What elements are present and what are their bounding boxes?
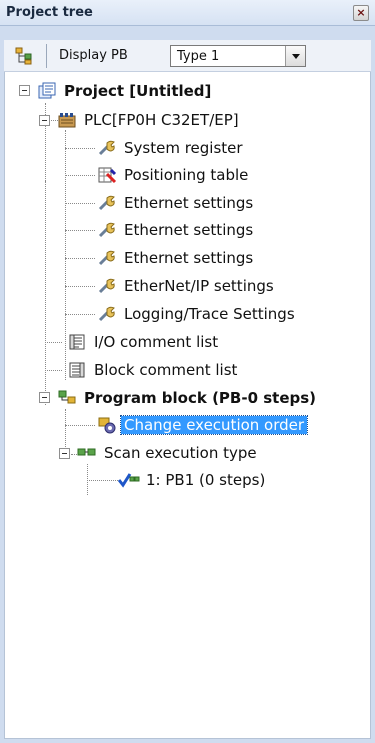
tree-item-label: System register bbox=[124, 139, 243, 157]
tree-item-label: Program block (PB-0 steps) bbox=[84, 389, 317, 407]
tree-connector bbox=[65, 425, 95, 426]
checkmark-program-block-icon bbox=[118, 473, 140, 488]
tree-connector bbox=[87, 480, 120, 481]
tree-item-label: 1: PB1 (0 steps) bbox=[146, 471, 266, 489]
tree-connector bbox=[45, 181, 46, 405]
wrench-icon bbox=[98, 140, 115, 156]
tree-view-icon[interactable] bbox=[14, 47, 34, 65]
wrench-icon bbox=[98, 306, 115, 322]
close-icon[interactable]: × bbox=[353, 5, 369, 21]
tree-item-label: Positioning table bbox=[124, 166, 249, 184]
tree-connector bbox=[65, 258, 95, 259]
wrench-icon bbox=[98, 278, 115, 294]
tree-item-label: I/O comment list bbox=[94, 333, 219, 351]
tree-item-label: Scan execution type bbox=[104, 444, 257, 462]
tree-item-label: Ethernet settings bbox=[124, 194, 254, 212]
collapse-project-toggle[interactable] bbox=[19, 85, 30, 96]
plc-icon bbox=[58, 113, 76, 128]
tree-item-label: Ethernet settings bbox=[124, 249, 254, 267]
tree-item-label: PLC[FP0H C32ET/EP] bbox=[84, 111, 239, 129]
tree-connector bbox=[65, 314, 95, 315]
tree-connector bbox=[45, 342, 62, 343]
toolbar-separator bbox=[46, 44, 47, 68]
tree-item-label: Block comment list bbox=[94, 361, 238, 379]
panel-title: Project tree bbox=[6, 5, 93, 20]
collapse-program-block-toggle[interactable] bbox=[39, 392, 50, 403]
tree-item-label: Ethernet settings bbox=[124, 221, 254, 239]
chevron-down-icon[interactable] bbox=[285, 46, 305, 66]
scan-type-icon bbox=[77, 448, 96, 456]
comment-list-icon bbox=[69, 334, 85, 350]
project-tree: Project [Untitled] PLC[FP0H C32ET/EP] Sy… bbox=[4, 72, 371, 739]
tree-connector bbox=[45, 370, 62, 371]
title-bar: Project tree × bbox=[0, 0, 375, 26]
tree-connector bbox=[65, 130, 66, 380]
tree-connector bbox=[65, 286, 95, 287]
display-pb-button[interactable]: Display PB bbox=[59, 48, 128, 63]
tree-item-label: Project [Untitled] bbox=[64, 82, 212, 100]
tree-connector bbox=[65, 148, 95, 149]
collapse-plc-toggle[interactable] bbox=[39, 115, 50, 126]
tree-connector bbox=[65, 230, 95, 231]
program-block-icon bbox=[58, 390, 76, 404]
tree-connector bbox=[65, 203, 95, 204]
positioning-table-icon bbox=[98, 167, 117, 184]
type-select[interactable]: Type 1 bbox=[170, 45, 306, 67]
tree-item-label: EtherNet/IP settings bbox=[124, 277, 274, 295]
toolbar: Display PB Type 1 bbox=[4, 40, 371, 72]
execution-order-icon bbox=[98, 417, 116, 434]
tree-connector bbox=[65, 175, 95, 176]
wrench-icon bbox=[98, 195, 115, 211]
tree-item-label-selected: Change execution order bbox=[119, 415, 309, 435]
wrench-icon bbox=[98, 222, 115, 238]
collapse-scan-type-toggle[interactable] bbox=[59, 448, 70, 459]
project-icon bbox=[38, 82, 56, 99]
wrench-icon bbox=[98, 250, 115, 266]
comment-list-icon bbox=[69, 362, 85, 378]
tree-item-label: Logging/Trace Settings bbox=[124, 305, 295, 323]
type-select-value: Type 1 bbox=[177, 49, 220, 64]
